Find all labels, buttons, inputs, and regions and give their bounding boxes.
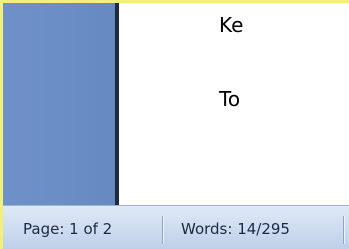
word-processor-window: Ke To Page: 1 of 2 Words: 14/295	[0, 0, 349, 249]
document-background-margin	[3, 3, 115, 205]
status-bar: Page: 1 of 2 Words: 14/295	[3, 205, 349, 249]
word-count-status[interactable]: Words: 14/295	[181, 206, 290, 249]
page-count-status[interactable]: Page: 1 of 2	[23, 206, 112, 249]
document-text-line-2: To	[219, 87, 241, 111]
document-text-line-1: Ke	[219, 13, 244, 37]
status-bar-divider	[343, 216, 344, 244]
status-bar-divider	[162, 216, 163, 244]
